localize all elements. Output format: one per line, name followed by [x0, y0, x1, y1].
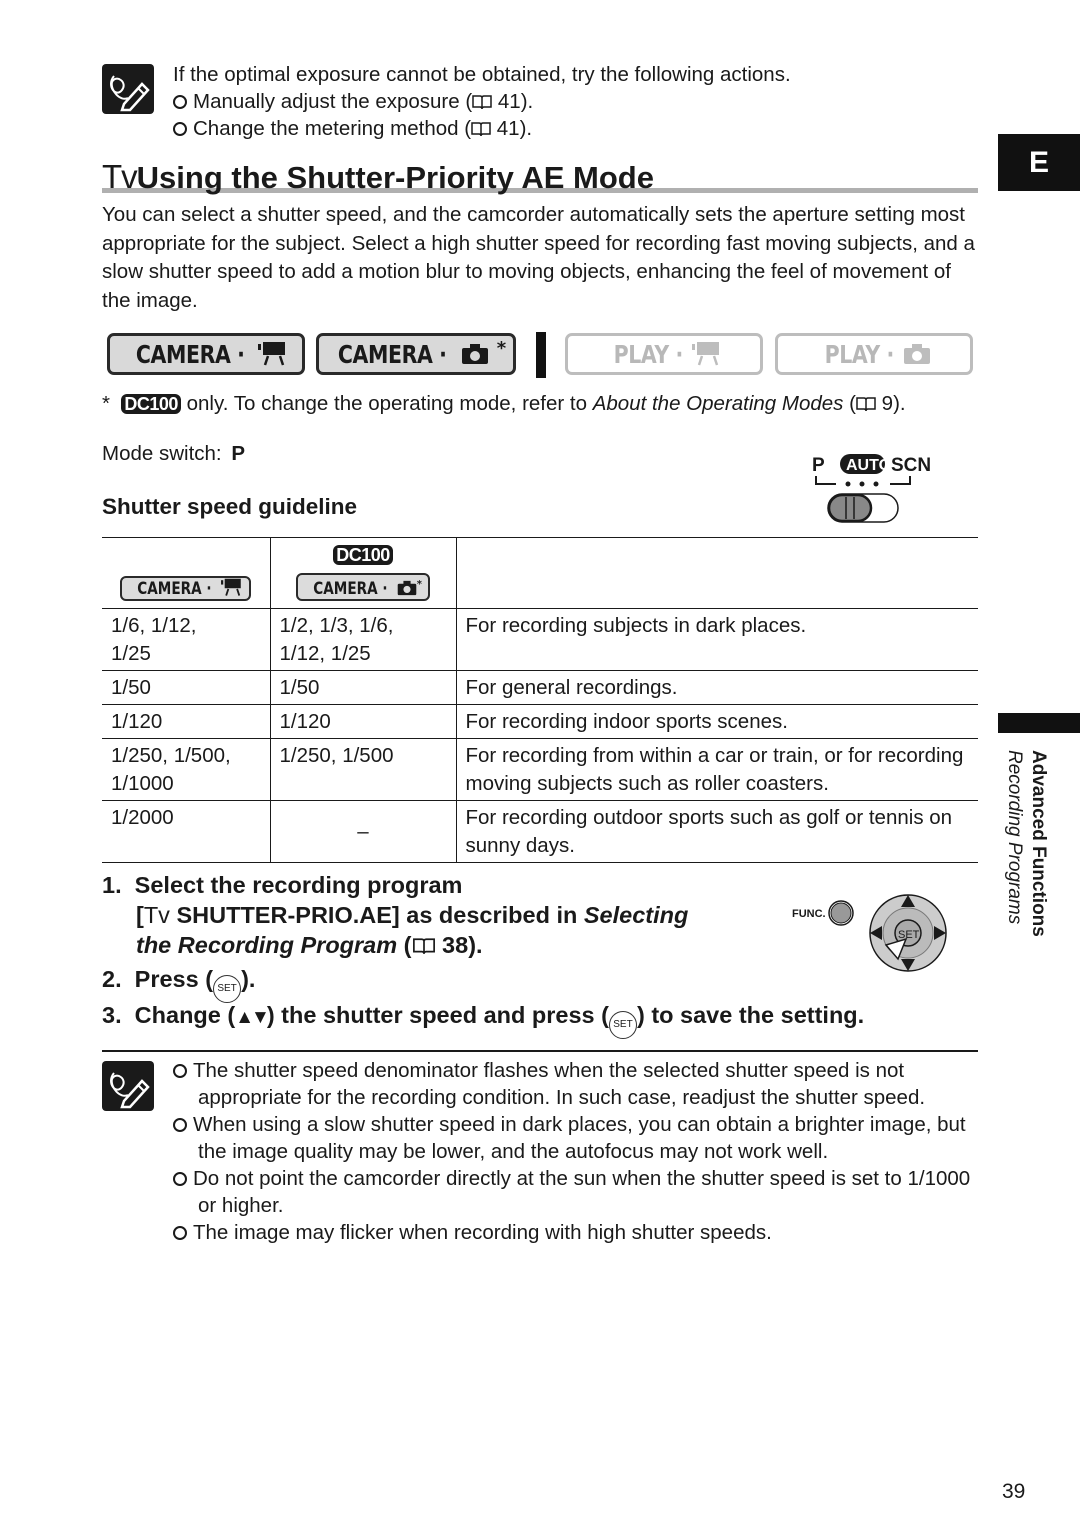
header-camera-still: DC100 CAMERA · *	[269, 537, 456, 609]
page-number: 39	[1002, 1480, 1026, 1503]
top-note-item: Manually adjust the exposure ( 41).	[173, 88, 973, 115]
top-note-intro: If the optimal exposure cannot be obtain…	[173, 63, 791, 86]
header-description	[455, 537, 978, 609]
bullet-icon	[173, 122, 187, 136]
step-3: 3. Change (▲▼) the shutter speed and pre…	[102, 1000, 864, 1039]
switch-slider-knob[interactable]	[827, 493, 873, 523]
bullet-icon	[173, 1172, 187, 1186]
page-ref[interactable]: 9	[882, 392, 893, 415]
cell-still-speeds: 1/120	[269, 703, 456, 739]
guideline-heading: Shutter speed guideline	[102, 494, 358, 519]
switch-auto-label: AUTO	[846, 457, 891, 474]
mode-button-camera-movie[interactable]: CAMERA ·	[107, 333, 305, 375]
svg-text:SET: SET	[898, 929, 920, 941]
tv-mode-icon: Tv	[143, 902, 170, 928]
note-item: The image may flicker when recording wit…	[173, 1219, 978, 1246]
cell-still-speeds: 1/2, 1/3, 1/6, 1/12, 1/25	[269, 607, 456, 671]
book-icon	[856, 397, 876, 412]
subchapter-title: Recording Programs	[1004, 750, 1025, 925]
func-label: FUNC.	[792, 908, 826, 920]
cell-movie-speeds: 1/6, 1/12, 1/25	[102, 607, 270, 671]
switch-scn-label: SCN	[891, 455, 931, 476]
cell-description: For recording subjects in dark places.	[455, 607, 978, 671]
mode-button-play-still[interactable]: PLAY ·	[775, 333, 973, 375]
chapter-title: Advanced Functions	[1028, 750, 1049, 937]
cell-movie-speeds: 1/2000	[102, 799, 270, 863]
page-ref[interactable]: 38	[442, 932, 468, 958]
joystick-diagram: FUNC. SET	[790, 893, 955, 978]
movie-camera-icon	[692, 342, 720, 366]
mode-switch-value: P	[231, 442, 246, 465]
bullet-icon	[173, 95, 187, 109]
top-note-item: Change the metering method ( 41).	[173, 115, 973, 142]
note-item: Do not point the camcorder directly at t…	[173, 1165, 978, 1219]
switch-p-label: P	[812, 455, 825, 476]
dc100-badge: DC100	[333, 545, 393, 565]
mode-separator	[536, 332, 546, 378]
top-note: If the optimal exposure cannot be obtain…	[173, 61, 973, 142]
table-row: 1/50 1/50 For general recordings.	[102, 669, 978, 705]
mode-button-play-movie[interactable]: PLAY ·	[565, 333, 763, 375]
up-down-arrows-icon: ▲▼	[235, 1007, 270, 1028]
book-icon	[412, 938, 435, 954]
cell-description: For recording indoor sports scenes.	[455, 703, 978, 739]
dc100-badge: DC100	[121, 394, 181, 414]
step-1: 1. Select the recording program [Tv SHUT…	[102, 872, 689, 958]
set-button-icon: SET	[608, 1011, 637, 1039]
cell-movie-speeds: 1/120	[102, 703, 270, 739]
pencil-note-icon	[102, 64, 154, 114]
cell-movie-speeds: 1/50	[102, 669, 270, 705]
cell-description: For general recordings.	[455, 669, 978, 705]
table-row: 1/2000 – For recording outdoor sports su…	[102, 799, 978, 863]
page-ref[interactable]: 41	[498, 90, 521, 113]
mode-switch-diagram: P AUTO SCN	[810, 450, 940, 530]
operating-modes-link[interactable]: About the Operating Modes	[593, 392, 844, 415]
note-item: When using a slow shutter speed in dark …	[173, 1111, 978, 1165]
note-item: The shutter speed denominator flashes wh…	[173, 1057, 978, 1111]
header-camera-movie: CAMERA ·	[102, 537, 270, 609]
selecting-program-link[interactable]: the Recording Program	[136, 932, 397, 958]
still-camera-icon	[397, 580, 417, 595]
cell-still-speeds: 1/250, 1/500	[269, 737, 456, 801]
set-button-icon: SET	[213, 975, 242, 1003]
side-chapter-label: Advanced Functions Recording Programs	[1000, 750, 1050, 960]
bullet-icon	[173, 1064, 187, 1078]
cell-description: For recording from within a car or train…	[455, 737, 978, 801]
bullet-icon	[173, 1226, 187, 1240]
section-divider	[102, 1050, 978, 1052]
page-ref[interactable]: 41	[497, 117, 520, 140]
still-camera-icon	[904, 344, 931, 364]
table-row: 1/6, 1/12, 1/25 1/2, 1/3, 1/6, 1/12, 1/2…	[102, 607, 978, 671]
table-header-row: CAMERA · DC100 CAMERA · *	[102, 537, 978, 609]
cell-movie-speeds: 1/250, 1/500, 1/1000	[102, 737, 270, 801]
language-tab[interactable]: E	[998, 134, 1080, 191]
cell-still-speeds: –	[269, 799, 456, 863]
mode-switch-label: Mode switch: P	[102, 442, 246, 465]
footnote: * DC100 only. To change the operating mo…	[102, 392, 906, 415]
chapter-marker	[998, 713, 1080, 733]
movie-camera-icon	[221, 578, 241, 596]
table-row: 1/250, 1/500, 1/1000 1/250, 1/500 For re…	[102, 737, 978, 801]
bottom-notes: The shutter speed denominator flashes wh…	[173, 1057, 978, 1246]
bullet-icon	[173, 1118, 187, 1132]
tv-mode-icon: Tv	[102, 158, 138, 195]
intro-paragraph: You can select a shutter speed, and the …	[102, 203, 975, 312]
cell-still-speeds: 1/50	[269, 669, 456, 705]
mode-button-camera-still[interactable]: CAMERA · *	[316, 333, 516, 375]
page-title: TvUsing the Shutter-Priority AE Mode	[102, 158, 654, 195]
table-row: 1/120 1/120 For recording indoor sports …	[102, 703, 978, 739]
func-button[interactable]	[830, 902, 852, 924]
book-icon	[472, 95, 492, 110]
book-icon	[471, 122, 491, 137]
shutter-speed-table: CAMERA · DC100 CAMERA · * 1/6, 1/12, 1/25…	[102, 537, 978, 863]
movie-camera-icon	[258, 342, 286, 366]
cell-description: For recording outdoor sports such as gol…	[455, 799, 978, 863]
step-2: 2. Press (SET).	[102, 964, 255, 1003]
pencil-note-icon	[102, 1061, 154, 1111]
selecting-program-link[interactable]: Selecting	[584, 902, 688, 928]
still-camera-icon	[461, 344, 488, 364]
